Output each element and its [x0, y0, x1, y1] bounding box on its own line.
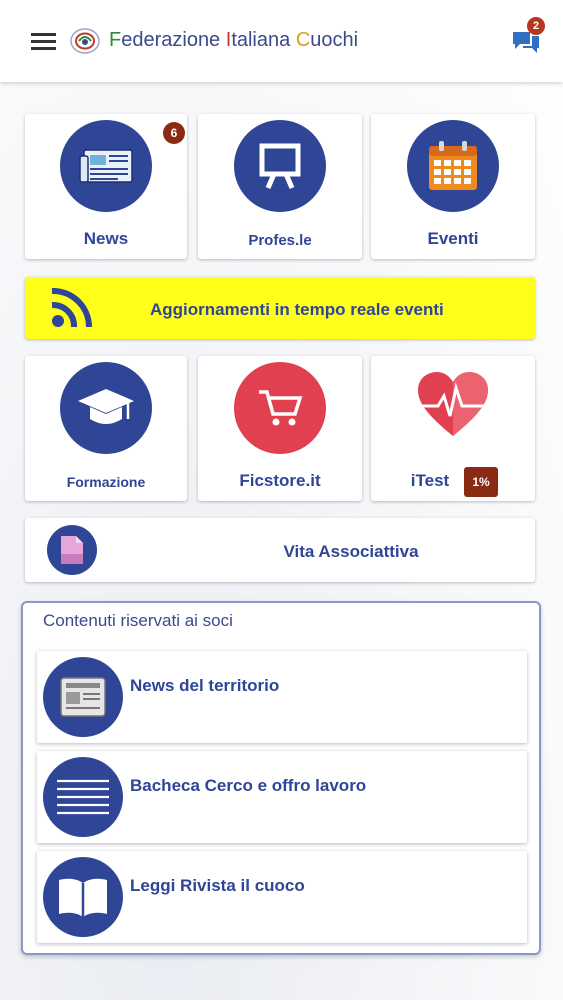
eventi-icon-circle	[407, 120, 499, 212]
tile-news[interactable]: 6 News	[25, 114, 187, 259]
hamburger-menu-icon[interactable]	[31, 33, 56, 50]
app-title: Federazione Italiana Cuochi	[109, 29, 358, 52]
heartbeat-icon	[418, 372, 488, 436]
tile-formazione[interactable]: Formazione	[25, 356, 187, 501]
rivista-icon-circle	[43, 857, 123, 937]
calendar-icon	[429, 141, 477, 190]
tile-formazione-label: Formazione	[66, 474, 146, 490]
news-count-badge: 6	[163, 122, 185, 144]
open-book-icon	[59, 878, 107, 917]
rivista-label: Leggi Rivista il cuoco	[130, 876, 305, 895]
top-app-bar: Federazione Italiana Cuochi 2	[0, 0, 563, 82]
newspaper-icon	[79, 149, 133, 183]
newspaper-icon	[60, 677, 106, 717]
shopping-cart-icon	[259, 390, 303, 426]
list-item-bacheca-lavoro[interactable]: Bacheca Cerco e offro lavoro	[37, 751, 527, 843]
news-territorio-label: News del territorio	[130, 676, 280, 695]
formazione-icon-circle	[60, 362, 152, 454]
reserved-heading: Contenuti riservati ai soci	[43, 611, 233, 630]
presentation-board-icon	[259, 143, 301, 189]
list-item-news-territorio[interactable]: News del territorio	[37, 651, 527, 743]
live-updates-banner[interactable]: Aggiornamenti in tempo reale eventi	[25, 277, 535, 339]
graduation-cap-icon	[78, 389, 134, 424]
tile-eventi-label: Eventi	[427, 229, 479, 248]
vita-associativa-row[interactable]: Vita Associattiva	[25, 518, 535, 582]
tile-eventi[interactable]: Eventi	[371, 114, 535, 259]
title-letter-c: C	[295, 29, 311, 51]
news-territorio-icon-circle	[43, 657, 123, 737]
rss-feed-icon	[51, 287, 92, 328]
ficstore-icon-circle	[234, 362, 326, 454]
vita-associativa-label: Vita Associattiva	[283, 542, 419, 561]
title-word-cuochi: uochi	[310, 29, 359, 51]
live-updates-label: Aggiornamenti in tempo reale eventi	[150, 300, 444, 319]
tile-news-label: News	[83, 229, 129, 248]
list-item-rivista-cuoco[interactable]: Leggi Rivista il cuoco	[37, 851, 527, 943]
itest-percent-badge: 1%	[464, 467, 498, 497]
fic-emblem-logo	[70, 28, 100, 54]
chat-notification-badge: 2	[527, 17, 545, 35]
title-word-federazione: ederazione	[121, 29, 226, 51]
bacheca-label: Bacheca Cerco e offro lavoro	[130, 776, 367, 795]
lined-list-icon	[57, 779, 109, 815]
tile-ficstore[interactable]: Ficstore.it	[198, 356, 362, 501]
title-word-italiana: taliana	[231, 29, 296, 51]
title-letter-f: F	[109, 29, 122, 51]
tile-itest[interactable]: iTest 1%	[371, 356, 535, 501]
reserved-content-panel: Contenuti riservati ai soci News del ter…	[21, 601, 541, 955]
news-icon-circle	[60, 120, 152, 212]
profes-icon-circle	[234, 120, 326, 212]
tile-ficstore-label: Ficstore.it	[239, 471, 321, 490]
tile-professionale-label: Profes.le	[248, 232, 312, 249]
bacheca-icon-circle	[43, 757, 123, 837]
tile-professionale[interactable]: Profes.le	[198, 114, 362, 259]
